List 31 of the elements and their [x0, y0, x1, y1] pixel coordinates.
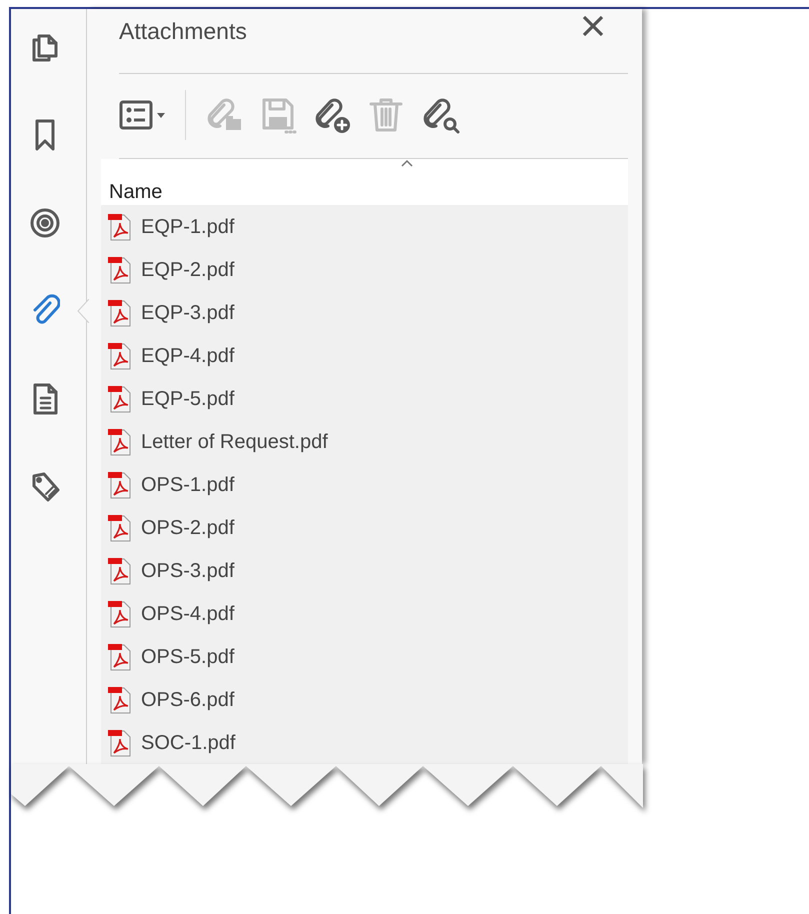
attachment-row[interactable]: OPS-6.pdf	[101, 678, 628, 721]
attachment-row[interactable]: OPS-4.pdf	[101, 592, 628, 635]
attachment-row[interactable]: EQP-3.pdf	[101, 291, 628, 334]
pdf-file-icon	[107, 686, 133, 714]
attachment-row[interactable]: OPS-2.pdf	[101, 506, 628, 549]
attachment-row[interactable]: EQP-4.pdf	[101, 334, 628, 377]
attachment-row[interactable]: EQP-1.pdf	[101, 205, 628, 248]
sort-caret-icon	[401, 159, 413, 167]
pdf-file-icon	[107, 556, 133, 584]
column-header[interactable]: Name	[109, 177, 162, 207]
attachment-row[interactable]: OPS-3.pdf	[101, 549, 628, 592]
pdf-file-icon	[107, 728, 133, 756]
pdf-file-icon	[107, 342, 133, 370]
attachment-row[interactable]: EQP-5.pdf	[101, 377, 628, 420]
pdf-file-icon	[107, 642, 133, 670]
list-options-icon[interactable]	[119, 98, 167, 132]
pdf-file-icon	[107, 428, 133, 456]
attachment-row[interactable]: Letter of Request.pdf	[101, 420, 628, 463]
pdf-file-icon	[107, 212, 133, 240]
attachment-row[interactable]: OPS-5.pdf	[101, 635, 628, 678]
close-icon[interactable]	[582, 15, 604, 37]
pdf-file-icon	[107, 514, 133, 542]
panel-title: Attachments	[118, 17, 247, 46]
pdf-file-icon	[107, 600, 133, 628]
attachment-row[interactable]: EQP-2.pdf	[101, 248, 628, 291]
attachment-row[interactable]: OPS-1.pdf	[101, 463, 628, 506]
pdf-file-icon	[107, 256, 133, 284]
pdf-file-icon	[107, 384, 133, 412]
attachment-row[interactable]: SOC-1.pdf	[101, 721, 628, 764]
pdf-file-icon	[107, 298, 133, 326]
pdf-file-icon	[107, 470, 133, 498]
